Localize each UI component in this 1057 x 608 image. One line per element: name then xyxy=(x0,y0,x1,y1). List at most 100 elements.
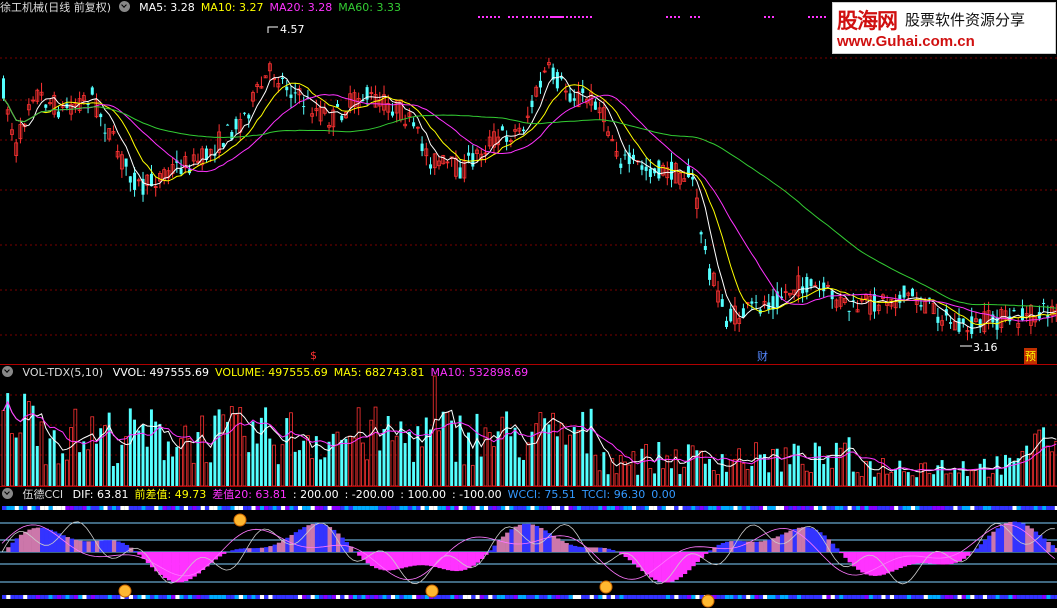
volume-bar xyxy=(576,429,581,486)
cci-status-strip xyxy=(547,506,552,510)
cci-status-strip xyxy=(796,506,802,510)
cci-status-strip xyxy=(259,595,265,599)
cci-histogram-bar xyxy=(640,552,645,572)
signal-dot xyxy=(768,16,770,18)
volume-bar xyxy=(868,461,872,486)
cci-status-strip xyxy=(991,595,996,599)
settings-toggle-icon[interactable] xyxy=(118,1,130,12)
cci-status-strip xyxy=(970,506,975,510)
volume-bar xyxy=(792,443,796,486)
price-chart[interactable] xyxy=(0,0,1057,364)
volume-bar xyxy=(437,430,441,486)
cci-status-strip xyxy=(331,506,337,510)
ma10-line xyxy=(3,82,1057,326)
cci-status-strip xyxy=(120,506,125,510)
cci-status-strip xyxy=(767,595,772,599)
cci-status-strip xyxy=(31,595,36,599)
cci-histogram-bar xyxy=(750,541,755,552)
cci-chart[interactable] xyxy=(0,487,1057,608)
signal-dot xyxy=(690,16,692,18)
cci-panel[interactable]: 伍德CCI DIF: 63.81 前差值: 49.73 差值20: 63.81: 2… xyxy=(0,487,1057,608)
cci-histogram-bar xyxy=(547,533,552,552)
financial-report-marker[interactable]: 财 xyxy=(757,348,768,364)
volume-bar xyxy=(289,412,293,486)
cci-legend-item: DIF: 63.81 xyxy=(72,488,129,501)
cci-status-strip xyxy=(69,595,74,599)
cci-status-strip xyxy=(416,595,421,599)
cci-status-strip xyxy=(14,595,19,599)
cci-status-strip xyxy=(885,506,890,510)
cci-status-strip xyxy=(737,506,742,510)
cci-status-strip xyxy=(238,595,243,599)
cci-status-strip xyxy=(665,506,671,510)
cci-status-strip xyxy=(65,595,70,599)
cci-indicator-title[interactable]: 伍德CCI xyxy=(23,488,64,501)
hand-pointer-icon xyxy=(118,584,132,598)
signal-dot xyxy=(678,16,680,18)
candle xyxy=(471,153,475,167)
cci-status-strip xyxy=(598,506,603,510)
cci-histogram-bar xyxy=(1025,525,1030,552)
candle xyxy=(699,232,703,235)
cci-histogram-bar xyxy=(386,552,392,571)
volume-chart[interactable] xyxy=(0,365,1057,486)
candle xyxy=(99,114,103,118)
volume-bar xyxy=(750,465,754,486)
cci-status-strip xyxy=(813,506,819,510)
cci-status-strip xyxy=(44,506,49,510)
volume-bar xyxy=(276,464,280,486)
signal-dot xyxy=(670,16,672,18)
volume-indicator-title[interactable]: VOL-TDX(5,10) xyxy=(23,366,104,379)
cci-histogram-bar xyxy=(48,529,54,552)
candle xyxy=(133,172,137,190)
cci-status-strip xyxy=(593,506,599,510)
cci-status-strip xyxy=(741,595,747,599)
volume-bar xyxy=(18,432,23,486)
candle xyxy=(957,318,961,332)
price-panel[interactable]: 徐工机械(日线 前复权) MA5: 3.28 MA10: 3.27 MA20: 3.… xyxy=(0,0,1057,364)
cci-status-strip xyxy=(158,506,163,510)
volume-bar xyxy=(653,473,657,486)
volume-bar xyxy=(35,445,39,486)
cci-status-strip xyxy=(107,506,112,510)
cci-status-strip xyxy=(818,506,823,510)
cci-status-strip xyxy=(462,595,468,599)
forecast-marker[interactable]: 预 xyxy=(1024,348,1037,364)
volume-panel[interactable]: VOL-TDX(5,10) VVOL: 497555.69 VOLUME: 497… xyxy=(0,365,1057,486)
dividend-marker[interactable]: $ xyxy=(310,349,317,362)
cci-histogram-bar xyxy=(23,531,28,552)
cci-status-strip xyxy=(843,595,848,599)
volume-bar xyxy=(538,412,543,486)
stock-title[interactable]: 徐工机械(日线 前复权) xyxy=(0,1,111,14)
volume-bar xyxy=(847,437,851,486)
volume-bar xyxy=(513,427,517,486)
cci-status-strip xyxy=(610,595,616,599)
cci-status-strip xyxy=(932,506,937,510)
cci-status-strip xyxy=(141,506,146,510)
cci-status-strip xyxy=(602,506,607,510)
volume-bar xyxy=(822,464,826,486)
cci-status-strip xyxy=(479,595,484,599)
volume-bar xyxy=(403,443,407,486)
cci-status-strip xyxy=(944,595,950,599)
volume-bar xyxy=(475,413,479,486)
cci-status-strip xyxy=(1033,595,1038,599)
cci-status-strip xyxy=(623,595,628,599)
cci-status-strip xyxy=(779,595,785,599)
cci-status-strip xyxy=(374,595,379,599)
cci-status-strip xyxy=(314,506,320,510)
cci-status-strip xyxy=(526,595,531,599)
volume-bar xyxy=(323,457,327,486)
cci-status-strip xyxy=(374,506,379,510)
candle xyxy=(90,87,94,95)
volume-bar xyxy=(90,416,95,486)
cci-status-strip xyxy=(1029,506,1034,510)
candle xyxy=(648,168,652,177)
settings-toggle-icon[interactable] xyxy=(2,488,13,499)
volume-bar xyxy=(670,468,673,486)
cci-status-strip xyxy=(61,506,66,510)
cci-histogram-bar xyxy=(720,543,726,552)
cci-status-strip xyxy=(272,506,277,510)
cci-histogram-bar xyxy=(589,547,595,552)
settings-toggle-icon[interactable] xyxy=(2,366,13,377)
